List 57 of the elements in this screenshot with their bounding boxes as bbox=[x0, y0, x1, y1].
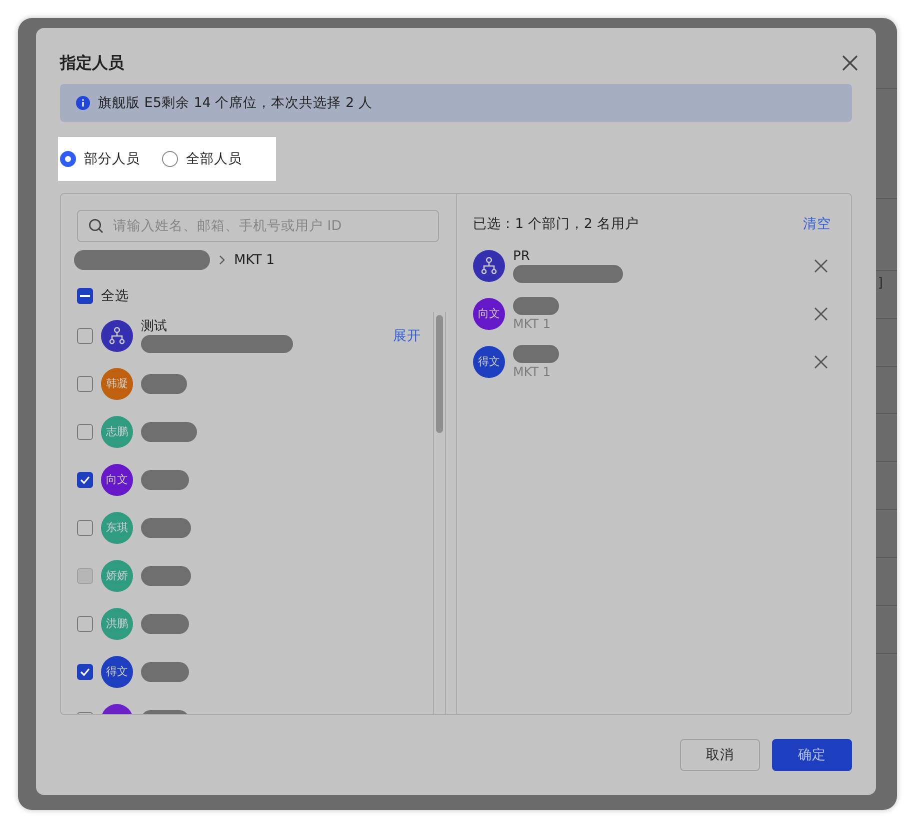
radio-button[interactable] bbox=[162, 151, 178, 167]
select-all-label: 全选 bbox=[101, 286, 129, 306]
confirm-button[interactable]: 确定 bbox=[772, 739, 852, 771]
cancel-button[interactable]: 取消 bbox=[680, 739, 760, 771]
redaction-bar bbox=[141, 422, 197, 442]
redaction-bar bbox=[141, 566, 191, 586]
checkmark-icon bbox=[80, 668, 90, 676]
close-icon bbox=[814, 307, 828, 321]
avatar: 东琪 bbox=[101, 512, 133, 544]
department-icon bbox=[473, 250, 505, 282]
redaction-bar bbox=[141, 614, 189, 634]
checkmark-icon bbox=[80, 476, 90, 484]
avatar: 韩凝 bbox=[101, 368, 133, 400]
notice-text: 旗舰版 E5剩余 14 个席位，本次共选择 2 人 bbox=[98, 94, 372, 113]
checkbox[interactable] bbox=[77, 424, 93, 440]
checkbox[interactable] bbox=[77, 616, 93, 632]
avatar: 志鹏 bbox=[101, 416, 133, 448]
redaction-bar bbox=[513, 345, 559, 363]
close-button[interactable] bbox=[840, 53, 860, 73]
radio-button[interactable] bbox=[60, 151, 76, 167]
redaction-bar bbox=[141, 662, 189, 682]
close-icon bbox=[814, 355, 828, 369]
department-label: MKT 1 bbox=[513, 364, 551, 379]
redaction-bar bbox=[141, 374, 187, 394]
avatar: 洪鹏 bbox=[101, 608, 133, 640]
minus-icon bbox=[80, 295, 90, 297]
checkbox[interactable] bbox=[77, 328, 93, 344]
close-icon bbox=[814, 259, 828, 273]
redaction-bar bbox=[513, 297, 559, 315]
chevron-right-icon bbox=[218, 255, 226, 265]
department-icon bbox=[101, 320, 133, 352]
scrollbar[interactable] bbox=[433, 312, 446, 714]
search-icon bbox=[88, 218, 104, 234]
avatar: 得文 bbox=[473, 346, 505, 378]
dialog-title: 指定人员 bbox=[60, 52, 124, 74]
radio-option[interactable]: 全部人员 bbox=[162, 148, 242, 170]
radio-option[interactable]: 部分人员 bbox=[60, 148, 140, 170]
avatar: 得文 bbox=[101, 656, 133, 688]
department-name: 测试 bbox=[141, 319, 167, 334]
department-name: PR bbox=[513, 249, 530, 264]
checkbox[interactable] bbox=[77, 664, 93, 680]
avatar: 娇娇 bbox=[101, 560, 133, 592]
selection-summary: 已选：1 个部门，2 名用户 bbox=[473, 214, 639, 234]
checkbox[interactable] bbox=[77, 520, 93, 536]
redaction-bar bbox=[141, 518, 191, 538]
department-label: MKT 1 bbox=[513, 316, 551, 331]
close-icon bbox=[841, 54, 859, 72]
checkbox[interactable] bbox=[77, 472, 93, 488]
redaction-bar bbox=[141, 470, 189, 490]
text-fragment: ] bbox=[878, 276, 883, 292]
avatar: 向文 bbox=[473, 298, 505, 330]
info-icon bbox=[76, 96, 90, 110]
avatar: 向文 bbox=[101, 464, 133, 496]
breadcrumb-current[interactable]: MKT 1 bbox=[234, 250, 275, 270]
checkbox[interactable] bbox=[77, 288, 93, 304]
checkbox[interactable] bbox=[77, 376, 93, 392]
search-field[interactable]: 请输入姓名、邮箱、手机号或用户 ID bbox=[77, 210, 439, 242]
